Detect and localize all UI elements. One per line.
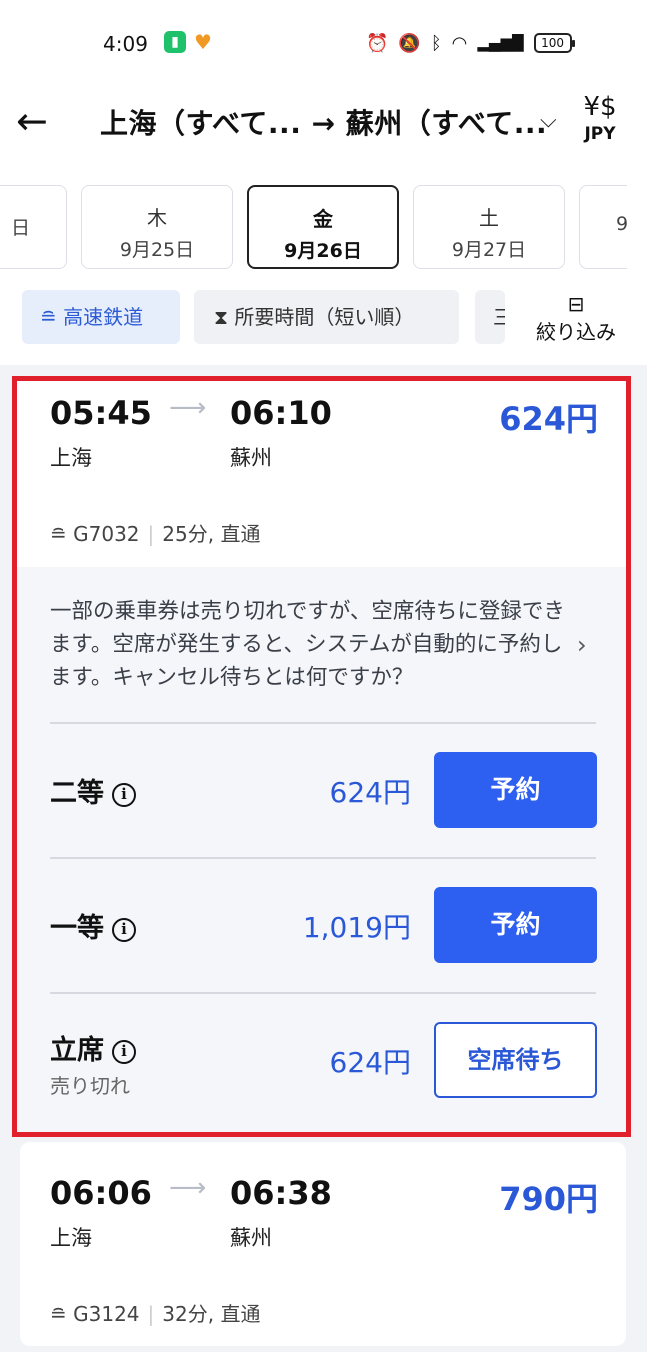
train-number: G3124 (73, 1302, 140, 1326)
bluetooth-icon: ᛒ (430, 32, 442, 54)
currency-exchange-icon: ¥$ (583, 92, 617, 122)
date-card-selected[interactable]: 金 9月26日 (247, 185, 399, 269)
status-time: 4:09 (103, 32, 148, 56)
date-card[interactable]: 木 9月25日 (81, 185, 233, 269)
high-speed-filter-chip[interactable]: ≘ 高速鉄道 (22, 290, 180, 344)
status-bar: 4:09 ▮ ♥ ⏰ 🔕 ᛒ ◠ ▂▄▆█ 100 (0, 22, 647, 66)
mute-icon: 🔕 (398, 32, 421, 54)
date-card[interactable]: 日 (0, 185, 67, 269)
journey-arrow-icon: ⟶ (169, 1173, 207, 1203)
date-label: 日 (10, 217, 30, 239)
filter-label: 高速鉄道 (63, 305, 144, 329)
more-filter-label: 三 (493, 305, 505, 329)
filter-button[interactable]: ⊟ 絞り込み (530, 292, 622, 345)
hourglass-icon: ⧗ (214, 305, 229, 329)
date-label: 9月26日 (284, 240, 362, 262)
arrival-time: 06:38 (230, 1174, 332, 1212)
arrival-station: 蘇州 (230, 1226, 272, 1250)
departure-station: 上海 (50, 1226, 92, 1250)
heart-app-icon: ♥ (194, 30, 212, 54)
chevron-down-icon[interactable]: ⌵ (540, 108, 557, 133)
train-icon: ≘ (50, 1302, 67, 1326)
highlight-frame (12, 376, 631, 1137)
date-label: 9月27日 (451, 239, 527, 261)
date-label: 9月25日 (119, 239, 195, 261)
departure-time: 06:06 (50, 1174, 152, 1212)
signal-icon: ▂▄▆█ (477, 34, 524, 52)
date-label: 9 (616, 213, 627, 235)
currency-button[interactable]: ¥$ JPY (578, 90, 622, 144)
route-title[interactable]: 上海（すべて... → 蘇州（すべて... (100, 102, 547, 142)
alarm-icon: ⏰ (366, 32, 389, 54)
date-dow: 土 (479, 206, 499, 230)
battery-icon: 100 (533, 33, 575, 53)
date-card[interactable]: 土 9月27日 (413, 185, 565, 269)
date-dow: 木 (147, 206, 167, 230)
duration-info: 32分, 直通 (162, 1302, 261, 1326)
date-strip: 日 木 9月25日 金 9月26日 土 9月27日 9 (0, 185, 627, 269)
sort-duration-chip[interactable]: ⧗ 所要時間（短い順） (194, 290, 459, 344)
battery-app-icon: ▮ (164, 31, 186, 53)
filter-icon: ⊟ (567, 292, 585, 316)
back-arrow-icon[interactable]: ← (16, 100, 56, 142)
train-icon: ≘ (40, 305, 57, 329)
currency-label: JPY (584, 124, 616, 144)
wifi-icon: ◠ (451, 32, 468, 54)
more-filter-chip[interactable]: 三 (475, 290, 505, 344)
sort-label: 所要時間（短い順） (234, 305, 415, 329)
filter-button-label: 絞り込み (536, 320, 616, 344)
train-info: ≘ G3124 | 32分, 直通 (50, 1302, 261, 1326)
date-card[interactable]: 9 (579, 185, 627, 269)
train-card[interactable]: 06:06 ⟶ 06:38 790円 上海 蘇州 ≘ G3124 | 32分, 直通 (20, 1142, 626, 1346)
system-icons: ⏰ 🔕 ᛒ ◠ ▂▄▆█ 100 (366, 30, 575, 56)
lowest-price: 790円 (499, 1180, 598, 1218)
date-dow: 金 (313, 207, 333, 231)
